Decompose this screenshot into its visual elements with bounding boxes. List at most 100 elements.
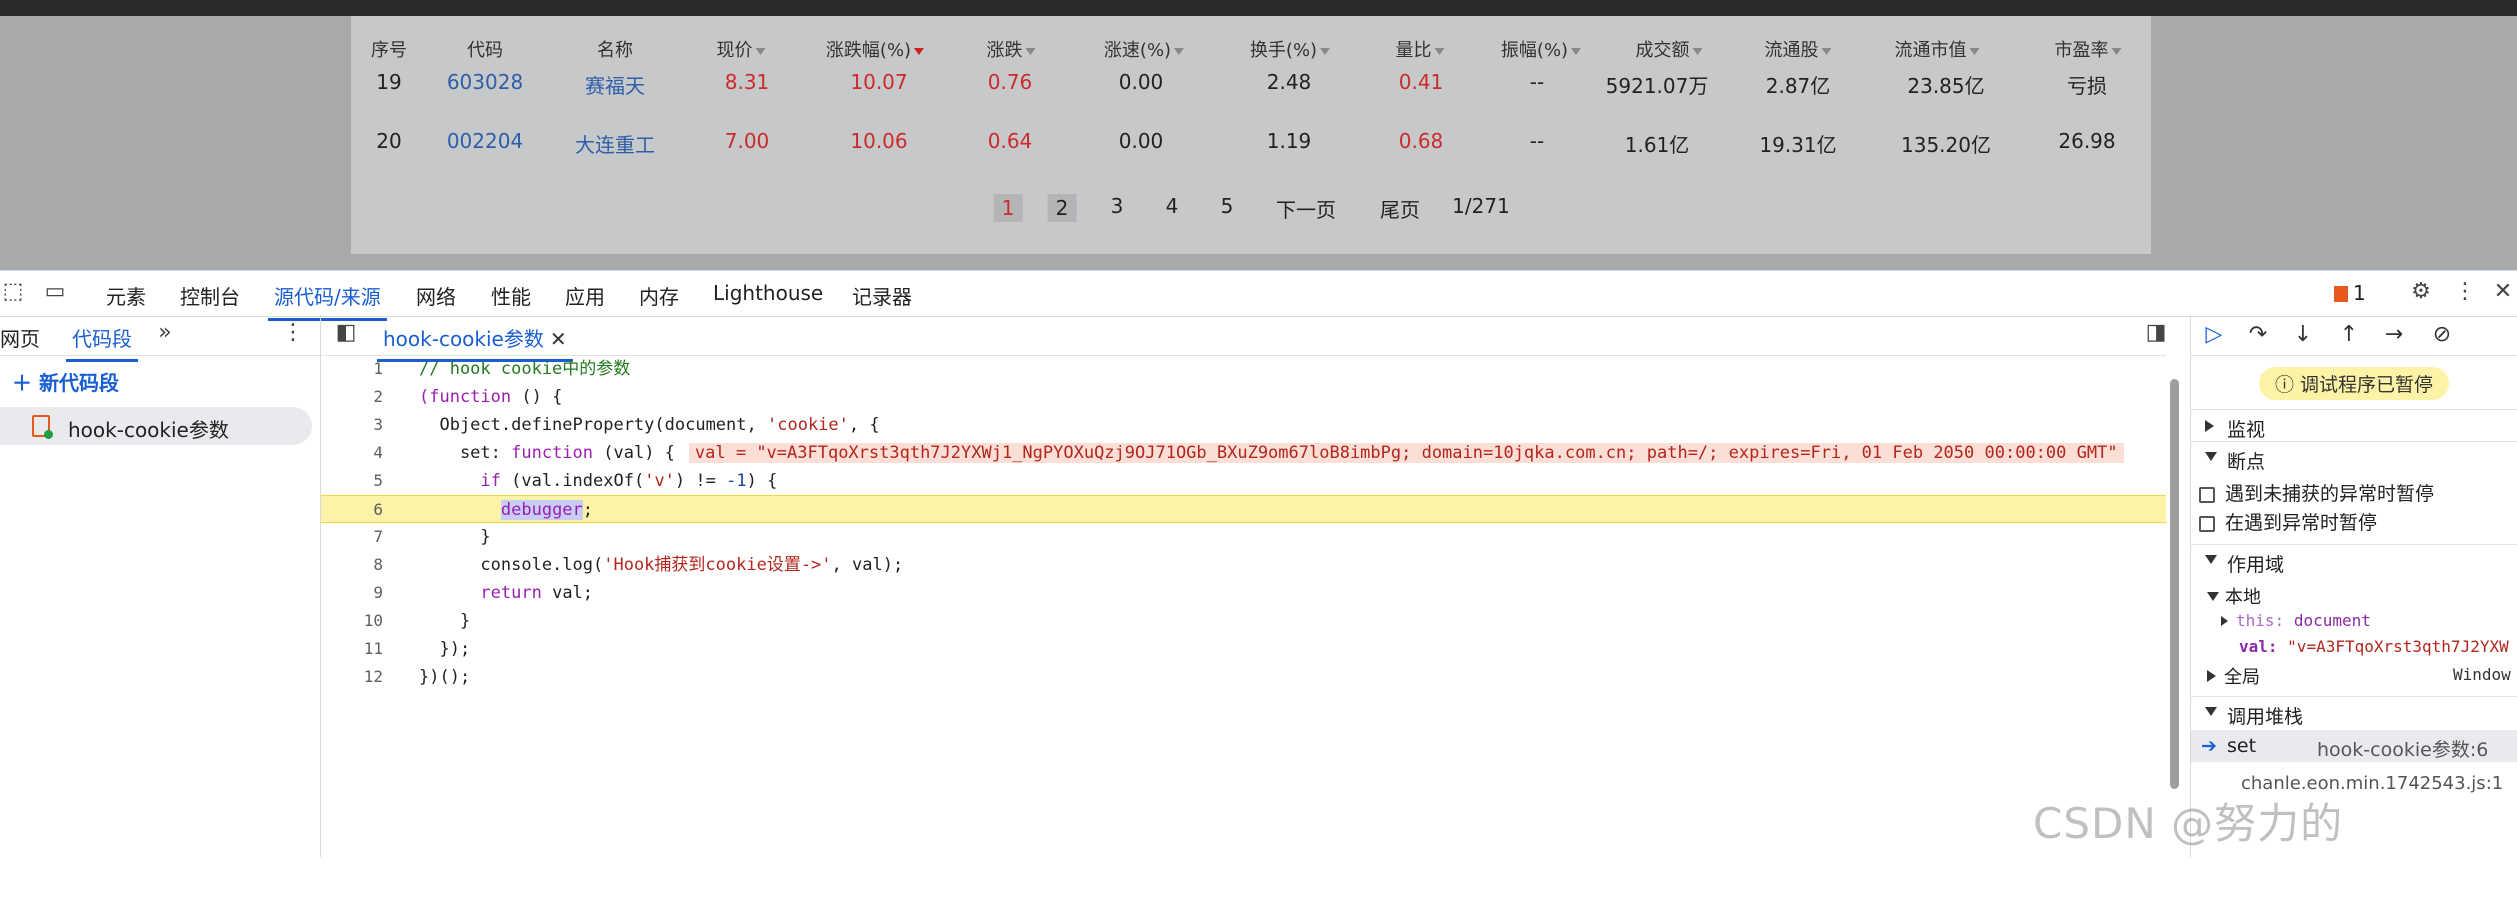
code-line: 4 set: function (val) {val = "v=A3FTqoXr… — [321, 439, 2166, 467]
code-text: } — [419, 611, 471, 631]
col-header-amplitude[interactable]: 振幅(%) — [1501, 36, 1582, 62]
table-cell: 20 — [376, 129, 402, 153]
call-stack-frame[interactable]: ➔ set hook-cookie参数:6 — [2191, 730, 2517, 762]
col-header-price-label: 现价 — [716, 40, 753, 61]
tab-memory[interactable]: 内存 — [639, 281, 679, 310]
nav-tab-page[interactable]: 网页 — [0, 323, 40, 352]
line-number[interactable]: 9 — [321, 579, 383, 607]
page-2-button[interactable]: 2 — [1047, 194, 1077, 222]
col-header-change-label: 涨跌 — [986, 40, 1023, 61]
section-call-stack[interactable]: 调用堆栈 — [2191, 696, 2517, 729]
scope-global[interactable]: 全局 — [2207, 663, 2260, 689]
device-toolbar-icon[interactable]: ▭ — [42, 279, 68, 305]
section-scope[interactable]: 作用域 — [2191, 544, 2517, 577]
code-line: 3 Object.defineProperty(document, 'cooki… — [321, 411, 2166, 439]
paused-badge: ⓘ 调试程序已暂停 — [2259, 367, 2450, 400]
code-area[interactable]: 1 // hook cookie中的参数 2 (function () { 3 Ob… — [321, 355, 2166, 857]
page-4-button[interactable]: 4 — [1166, 194, 1179, 218]
step-into-icon[interactable]: ↓ — [2288, 321, 2318, 349]
snippet-item-label: hook-cookie参数 — [68, 418, 229, 442]
step-over-icon[interactable]: ↷ — [2243, 321, 2273, 349]
page-3-button[interactable]: 3 — [1111, 194, 1124, 218]
line-number[interactable]: 10 — [321, 607, 383, 635]
tab-application[interactable]: 应用 — [565, 281, 605, 310]
step-out-icon[interactable]: ↑ — [2334, 321, 2364, 349]
file-tab[interactable]: hook-cookie参数 ✕ — [377, 323, 573, 362]
line-number[interactable]: 12 — [321, 663, 383, 691]
stock-code-link[interactable]: 002204 — [447, 129, 523, 153]
col-header-change[interactable]: 涨跌 — [987, 36, 1036, 62]
col-header-volume-ratio[interactable]: 量比 — [1396, 36, 1445, 62]
tab-console[interactable]: 控制台 — [180, 281, 240, 310]
line-number[interactable]: 2 — [321, 383, 383, 411]
toggle-navigator-icon[interactable]: ◧ — [333, 320, 359, 346]
tab-elements[interactable]: 元素 — [106, 281, 146, 310]
nav-tab-snippets[interactable]: 代码段 — [66, 323, 138, 362]
snippet-file-icon — [32, 415, 53, 439]
col-header-float-cap[interactable]: 流通市值 — [1895, 36, 1980, 62]
col-header-turnover[interactable]: 换手(%) — [1250, 36, 1331, 62]
scope-val[interactable]: val: "v=A3FTqoXrst3qth7J2YXW — [2239, 637, 2509, 656]
line-number[interactable]: 5 — [321, 467, 383, 495]
expand-arrow-icon — [2205, 420, 2214, 432]
line-number[interactable]: 3 — [321, 411, 383, 439]
col-header-float-shares[interactable]: 流通股 — [1765, 36, 1832, 62]
tab-network[interactable]: 网络 — [416, 281, 456, 310]
code-text: Object.defineProperty(document, 'cookie'… — [419, 411, 879, 439]
page-count: 1/271 — [1452, 194, 1510, 218]
tab-recorder[interactable]: 记录器 — [852, 281, 912, 310]
table-cell: 0.00 — [1118, 129, 1164, 153]
issues-counter[interactable]: 1 — [2334, 281, 2366, 305]
scope-local[interactable]: 本地 — [2207, 583, 2261, 609]
section-breakpoints[interactable]: 断点 — [2191, 441, 2517, 474]
tab-sources[interactable]: 源代码/来源 — [268, 281, 387, 321]
line-number[interactable]: 1 — [321, 355, 383, 383]
inspect-element-icon[interactable]: ⬚ — [0, 279, 26, 305]
col-header-price[interactable]: 现价 — [717, 36, 766, 62]
checkbox[interactable] — [2199, 487, 2215, 503]
line-number[interactable]: 8 — [321, 551, 383, 579]
close-tab-icon[interactable]: ✕ — [550, 327, 567, 351]
line-number[interactable]: 7 — [321, 523, 383, 551]
last-page-button[interactable]: 尾页 — [1380, 194, 1420, 223]
col-header-amount[interactable]: 成交额 — [1636, 36, 1703, 62]
tab-performance[interactable]: 性能 — [491, 281, 531, 310]
page-1-button[interactable]: 1 — [993, 194, 1023, 222]
line-number[interactable]: 6 — [321, 496, 383, 524]
code-text: set: function (val) {val = "v=A3FTqoXrst… — [419, 439, 2124, 467]
section-watch[interactable]: 监视 — [2191, 409, 2517, 442]
navigator-menu-icon[interactable]: ⋮ — [280, 320, 306, 346]
scope-local-label: 本地 — [2225, 587, 2261, 608]
settings-gear-icon[interactable]: ⚙ — [2408, 279, 2434, 305]
stock-name-link[interactable]: 赛福天 — [585, 70, 645, 99]
devtools: ⬚ ▭ 元素 控制台 源代码/来源 网络 性能 应用 内存 Lighthouse… — [0, 270, 2517, 857]
toggle-debugger-icon[interactable]: ◨ — [2143, 320, 2169, 346]
checkbox[interactable] — [2199, 516, 2215, 532]
col-header-index: 序号 — [371, 40, 407, 61]
line-number[interactable]: 4 — [321, 439, 383, 467]
stock-name-link[interactable]: 大连重工 — [575, 129, 655, 158]
resume-icon[interactable]: ▷ — [2199, 321, 2229, 349]
snippet-item[interactable]: hook-cookie参数 — [0, 407, 312, 445]
step-icon[interactable]: → — [2379, 321, 2409, 349]
line-number[interactable]: 11 — [321, 635, 383, 663]
new-snippet-button[interactable]: ＋ 新代码段 — [12, 367, 119, 396]
col-header-amount-label: 成交额 — [1635, 40, 1690, 61]
code-token: 'v' — [644, 471, 675, 491]
tab-lighthouse[interactable]: Lighthouse — [713, 281, 823, 305]
scrollbar-thumb[interactable] — [2170, 379, 2179, 789]
more-options-icon[interactable]: ⋮ — [2452, 279, 2478, 305]
scope-this[interactable]: this: document — [2221, 611, 2371, 630]
pause-on-uncaught-checkbox[interactable]: 遇到未捕获的异常时暂停 — [2199, 479, 2434, 506]
chevron-more-icon[interactable]: » — [152, 320, 178, 346]
pause-on-caught-checkbox[interactable]: 在遇到异常时暂停 — [2199, 508, 2377, 535]
col-header-pe[interactable]: 市盈率 — [2055, 36, 2122, 62]
next-page-button[interactable]: 下一页 — [1276, 194, 1336, 223]
col-header-speed[interactable]: 涨速(%) — [1104, 36, 1185, 62]
stock-code-link[interactable]: 603028 — [447, 70, 523, 94]
col-header-change-pct[interactable]: 涨跌幅(%) — [826, 36, 925, 62]
deactivate-breakpoints-icon[interactable]: ⊘ — [2427, 321, 2457, 349]
close-icon[interactable]: ✕ — [2490, 279, 2516, 305]
code-text: // hook cookie中的参数 — [419, 359, 631, 379]
page-5-button[interactable]: 5 — [1221, 194, 1234, 218]
